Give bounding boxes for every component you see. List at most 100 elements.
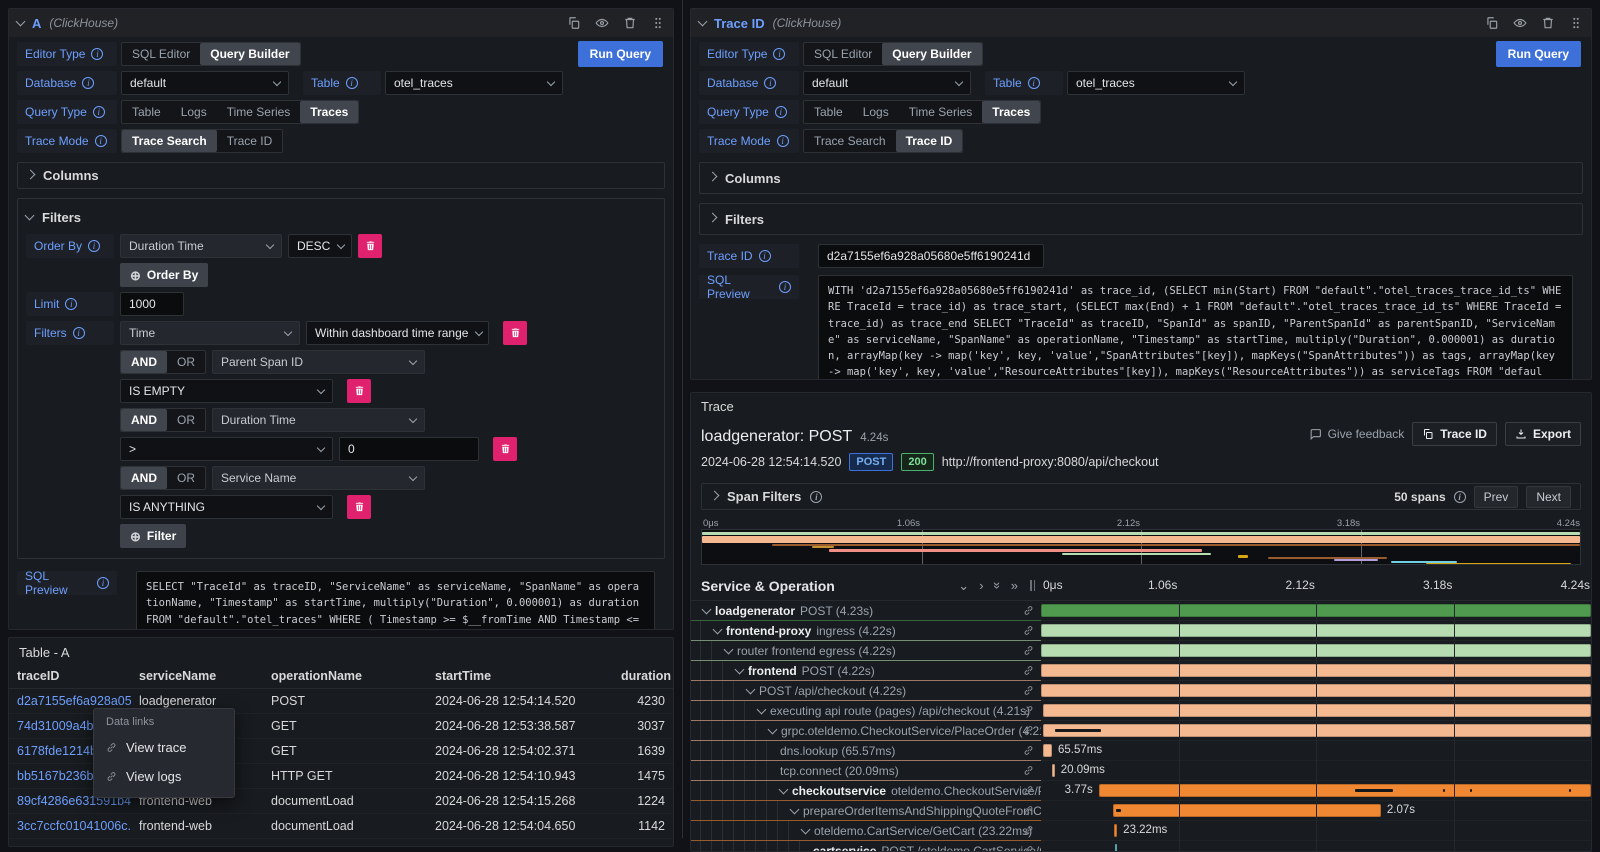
give-feedback-link[interactable]: Give feedback [1309,427,1405,441]
expand-one-icon[interactable]: › [979,579,983,592]
add-filter-button[interactable]: ⊕Filter [120,524,186,548]
span-bar-cell[interactable]: 20.09ms [1041,761,1591,781]
chevron-down-icon[interactable] [757,704,767,714]
segment-and[interactable]: AND [121,351,167,373]
column-header-startTime[interactable]: startTime [427,664,613,689]
span-bar-cell[interactable] [1041,641,1591,661]
export-button[interactable]: Export [1505,422,1581,446]
columns-section[interactable]: Columns [699,162,1583,194]
span-duration-bar[interactable] [1099,784,1591,797]
next-button[interactable]: Next [1526,486,1571,508]
span-filters-section[interactable]: Span Filters i 50 spans i Prev Next [701,483,1581,510]
chevron-down-icon[interactable] [735,664,745,674]
span-name-cell[interactable]: frontendPOST (4.22s) [691,661,1041,681]
filter-operator-select[interactable]: IS ANYTHING [120,495,333,519]
span-duration-bar[interactable] [1041,604,1591,617]
andor-toggle[interactable]: ANDOR [120,466,206,490]
info-icon[interactable]: i [773,48,785,60]
info-icon[interactable]: i [764,77,776,89]
query-header-a[interactable]: A (ClickHouse) [9,9,673,37]
span-name-cell[interactable]: prepareOrderItemsAndShippingQuoteFromCar… [691,801,1041,821]
order-by-field-select[interactable]: Duration Time [120,234,282,258]
segment-sql-editor[interactable]: SQL Editor [804,43,882,65]
segment-and[interactable]: AND [121,467,167,489]
span-row[interactable]: tcp.connect (20.09ms)20.09ms [691,761,1591,781]
span-duration-bar[interactable] [1043,704,1591,717]
query-type-toggle[interactable]: TableLogsTime SeriesTraces [803,100,1041,124]
span-bar-cell[interactable]: 65.57ms [1041,741,1591,761]
info-icon[interactable]: i [91,48,103,60]
segment-and[interactable]: AND [121,409,167,431]
segment-time-series[interactable]: Time Series [217,101,301,123]
chevron-down-icon[interactable] [801,824,811,834]
collapse-query-icon[interactable] [698,17,708,27]
segment-trace-search[interactable]: Trace Search [122,130,217,152]
duplicate-query-icon[interactable] [1485,16,1499,30]
span-row[interactable]: loadgeneratorPOST (4.23s) [691,601,1591,621]
span-duration-bar[interactable] [1043,724,1591,737]
filter-field-select[interactable]: Time [120,321,300,345]
span-link-icon[interactable] [1023,705,1034,719]
span-link-icon[interactable] [1023,685,1034,699]
chevron-down-icon[interactable] [746,684,756,694]
panel-title[interactable]: Trace [701,399,1581,414]
span-duration-bar[interactable] [1052,764,1055,777]
span-duration-bar[interactable] [1114,824,1117,837]
segment-query-builder[interactable]: Query Builder [200,43,299,65]
collapse-one-icon[interactable]: ⌄ [958,579,969,592]
span-name-cell[interactable]: cartservicePOST /oteldemo.CartService/Ge… [691,841,1041,852]
info-icon[interactable]: i [346,77,358,89]
trace-id-link[interactable]: 3cc7ccfc01041006c... [17,819,131,833]
span-name-cell[interactable]: checkoutserviceoteldemo.CheckoutService/… [691,781,1041,801]
columns-section[interactable]: Columns [17,162,665,189]
remove-condition-button[interactable] [347,495,371,519]
info-icon[interactable]: i [1454,491,1466,503]
query-header-traceid[interactable]: Trace ID (ClickHouse) [691,9,1591,37]
span-duration-bar[interactable] [1115,844,1118,852]
drag-query-icon[interactable] [1569,16,1583,30]
filter-operator-select[interactable]: > [120,437,333,461]
span-bar-cell[interactable]: 23.22ms [1041,821,1591,841]
span-bar-cell[interactable]: 2.07s [1041,801,1591,821]
column-header-traceID[interactable]: traceID [9,664,131,689]
delete-query-icon[interactable] [623,16,637,30]
trace-id-input[interactable] [818,244,1044,268]
remove-condition-button[interactable] [493,437,517,461]
limit-input[interactable] [120,292,184,316]
segment-time-series[interactable]: Time Series [899,101,983,123]
span-link-icon[interactable] [1023,785,1034,799]
span-duration-bar[interactable] [1041,644,1591,657]
info-icon[interactable]: i [93,106,105,118]
span-link-icon[interactable] [1023,725,1034,739]
database-select[interactable]: default [121,71,289,95]
segment-logs[interactable]: Logs [853,101,899,123]
order-by-direction-select[interactable]: DESC [288,234,352,258]
trace-id-link[interactable]: d2a7155ef6a928a05... [17,694,131,708]
editor-type-toggle[interactable]: SQL EditorQuery Builder [121,42,301,66]
table-select[interactable]: otel_traces [385,71,563,95]
filter-operator-select[interactable]: IS EMPTY [120,379,333,403]
info-icon[interactable]: i [775,106,787,118]
info-icon[interactable]: i [95,135,107,147]
segment-or[interactable]: OR [167,409,205,431]
segment-logs[interactable]: Logs [171,101,217,123]
filter-value-select[interactable]: Within dashboard time range [306,321,489,345]
andor-toggle[interactable]: ANDOR [120,408,206,432]
segment-trace-id[interactable]: Trace ID [217,130,283,152]
span-row[interactable]: frontendPOST (4.22s) [691,661,1591,681]
span-link-icon[interactable] [1023,765,1034,779]
hide-query-icon[interactable] [595,16,609,30]
run-query-button[interactable]: Run Query [1496,41,1581,67]
trace-mode-toggle[interactable]: Trace SearchTrace ID [121,129,283,153]
span-name-cell[interactable]: tcp.connect (20.09ms) [691,761,1041,781]
filters-section[interactable]: Filters [699,203,1583,235]
segment-query-builder[interactable]: Query Builder [882,43,981,65]
span-name-cell[interactable]: executing api route (pages) /api/checkou… [691,701,1041,721]
trace-minimap[interactable]: 0μs1.06s2.12s3.18s4.24s [701,518,1581,565]
sql-preview-code[interactable]: WITH 'd2a7155ef6a928a05680e5ff6190241d' … [818,275,1573,380]
chevron-down-icon[interactable] [790,804,800,814]
column-resize-handle[interactable] [1030,580,1035,591]
span-name-cell[interactable]: dns.lookup (65.57ms) [691,741,1041,761]
hide-query-icon[interactable] [1513,16,1527,30]
collapse-all-icon[interactable]: » [991,582,1004,589]
